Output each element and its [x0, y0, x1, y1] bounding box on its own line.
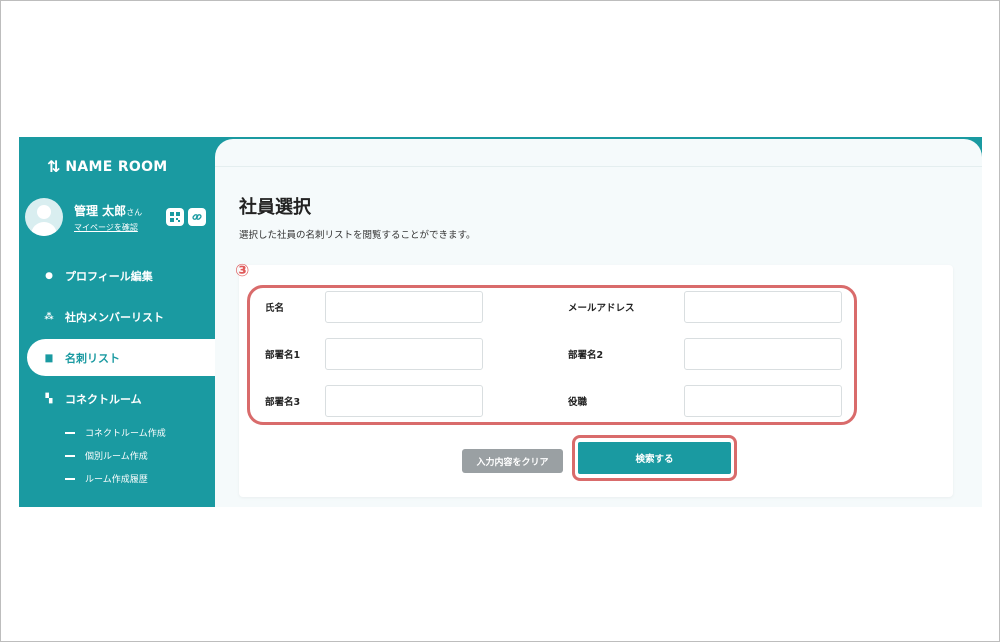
main-content: 社員選択 選択した社員の名刺リストを閲覧することができます。 ③ 氏名 メールア… [215, 139, 982, 507]
sidebar-item-member-list[interactable]: ⁂ 社内メンバーリスト [19, 298, 215, 335]
dept2-label: 部署名2 [568, 350, 604, 361]
avatar-body [31, 222, 57, 236]
sidebar: ⇅ NAME ROOM 管理 太郎さん マイページを確認 ● プロフィール編集 … [19, 137, 215, 507]
name-input[interactable] [325, 291, 483, 323]
subnav-item-label: 個別ルーム作成 [85, 452, 148, 462]
app-logo-text: NAME ROOM [65, 158, 168, 175]
sidebar-item-card-list[interactable]: ▆ 名刺リスト [27, 339, 215, 376]
user-name-text: 管理 太郎 [74, 203, 127, 218]
user-panel: 管理 太郎さん マイページを確認 [25, 197, 209, 237]
link-icon [192, 214, 202, 220]
sidebar-item-profile-edit[interactable]: ● プロフィール編集 [19, 257, 215, 294]
user-actions [166, 208, 206, 226]
connect-room-subnav: コネクトルーム作成 個別ルーム作成 ルーム作成履歴 [19, 421, 215, 490]
sidebar-item-connect-room[interactable]: ▚ コネクトルーム [19, 380, 215, 417]
dash-icon [65, 431, 75, 434]
qr-code-button[interactable] [166, 208, 184, 226]
subnav-item-create-connect-room[interactable]: コネクトルーム作成 [65, 421, 215, 444]
clear-button[interactable]: 入力内容をクリア [462, 449, 563, 473]
qr-code-icon [170, 212, 180, 222]
position-label: 役職 [568, 397, 588, 408]
avatar-head [37, 205, 51, 219]
person-icon: ● [45, 270, 53, 281]
sort-arrows-icon: ⇅ [47, 157, 61, 176]
share-link-button[interactable] [188, 208, 206, 226]
search-button[interactable]: 検索する [578, 442, 731, 474]
sidebar-item-label: 社内メンバーリスト [65, 310, 164, 324]
screenshot-frame: ⇅ NAME ROOM 管理 太郎さん マイページを確認 ● プロフィール編集 … [0, 0, 1000, 642]
dash-icon [65, 454, 75, 457]
user-name: 管理 太郎さん [74, 202, 158, 219]
subnav-item-label: コネクトルーム作成 [85, 429, 166, 439]
dept3-label: 部署名3 [265, 397, 301, 408]
email-input[interactable] [684, 291, 842, 323]
position-input[interactable] [684, 385, 842, 417]
app-logo[interactable]: ⇅ NAME ROOM [47, 157, 168, 176]
sidebar-item-label: 名刺リスト [65, 351, 120, 365]
page-title: 社員選択 [239, 197, 311, 218]
avatar [25, 198, 63, 236]
sidebar-item-label: プロフィール編集 [65, 269, 153, 283]
dept2-input[interactable] [684, 338, 842, 370]
main-header-bar [215, 139, 982, 167]
dept1-input[interactable] [325, 338, 483, 370]
subnav-item-create-individual-room[interactable]: 個別ルーム作成 [65, 444, 215, 467]
group-icon: ⁂ [44, 311, 54, 322]
user-honorific: さん [126, 207, 143, 217]
dept1-label: 部署名1 [265, 350, 301, 361]
name-label: 氏名 [265, 303, 285, 314]
subnav-item-room-history[interactable]: ルーム作成履歴 [65, 467, 215, 490]
subnav-item-label: ルーム作成履歴 [85, 475, 148, 485]
room-icon: ▚ [45, 393, 53, 404]
page-description: 選択した社員の名刺リストを閲覧することができます。 [239, 230, 476, 241]
app-window: ⇅ NAME ROOM 管理 太郎さん マイページを確認 ● プロフィール編集 … [19, 137, 982, 507]
email-label: メールアドレス [568, 303, 635, 314]
mypage-link[interactable]: マイページを確認 [74, 222, 158, 233]
dept3-input[interactable] [325, 385, 483, 417]
card-icon: ▆ [45, 352, 53, 363]
sidebar-item-label: コネクトルーム [65, 392, 142, 406]
sidebar-nav: ● プロフィール編集 ⁂ 社内メンバーリスト ▆ 名刺リスト ▚ コネクトルーム [19, 257, 215, 490]
user-info: 管理 太郎さん マイページを確認 [74, 202, 158, 233]
step-number-annotation: ③ [235, 261, 250, 281]
dash-icon [65, 477, 75, 480]
